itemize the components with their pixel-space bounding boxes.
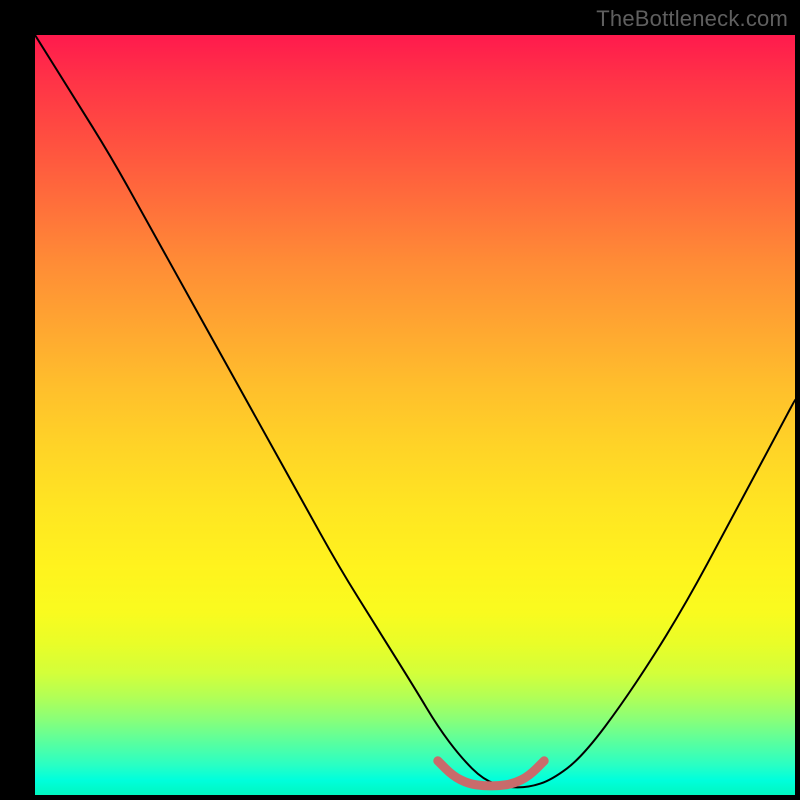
bottleneck-curve (35, 35, 795, 787)
watermark-text: TheBottleneck.com (596, 6, 788, 32)
optimal-range-marker (438, 761, 544, 786)
curves-svg (35, 35, 795, 795)
plot-area (35, 35, 795, 795)
chart-container: TheBottleneck.com (0, 0, 800, 800)
